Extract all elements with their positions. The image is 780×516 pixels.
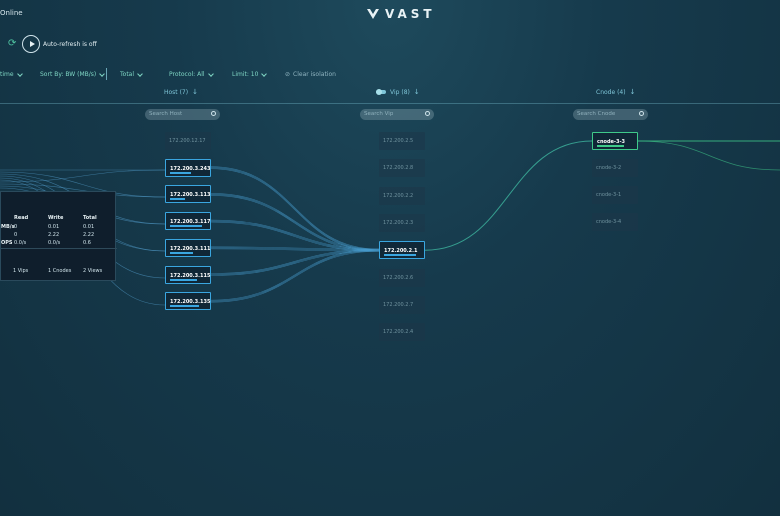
host-usage-bar: [170, 278, 197, 281]
host-node[interactable]: 172.200.3.115: [165, 265, 211, 284]
host-vip-link: [210, 250, 380, 276]
tooltip-summary-cnodes: 1 Cnodes: [48, 268, 72, 274]
vip-node[interactable]: 172.200.2.6: [379, 268, 425, 287]
vip-node[interactable]: 172.200.2.1: [379, 241, 425, 260]
vip-node[interactable]: 172.200.2.4: [379, 323, 425, 342]
tooltip-cell: 0: [14, 232, 18, 238]
vip-node-label: 172.200.2.5: [383, 138, 414, 144]
vip-node-label: 172.200.2.8: [383, 165, 414, 172]
tooltip-row-label: OPS: [1, 240, 13, 246]
cnode-node[interactable]: cnode-3-1: [592, 186, 638, 204]
cnode-node-label: cnode-3-1: [596, 192, 622, 198]
host-vip-link: [210, 249, 380, 275]
cnode-node[interactable]: cnode-3-2: [592, 159, 638, 177]
vip-node-label: 172.200.2.2: [383, 192, 414, 199]
vip-usage-bar: [384, 254, 417, 257]
tooltip-summary-vips: 1 Vips: [13, 268, 29, 274]
vip-node-label: 172.200.2.4: [383, 329, 414, 336]
tooltip-cell: 2.22: [83, 232, 95, 238]
host-node[interactable]: 172.200.3.135: [165, 292, 211, 311]
host-vip-link: [210, 219, 380, 250]
tooltip-cell: 0.01: [83, 224, 95, 230]
host-stats-tooltip: Read Write Total MB/s 0 0.01 0.01 0 2.22…: [0, 191, 117, 281]
cnode-usage-bar: [597, 145, 624, 147]
host-vip-link: [210, 220, 380, 251]
tooltip-summary-views: 2 Views: [83, 268, 103, 274]
host-usage-bar: [170, 305, 199, 308]
tooltip-divider: [1, 248, 117, 249]
tooltip-cell: 0.01: [48, 224, 60, 230]
cnode-node-label: cnode-3-2: [596, 165, 622, 171]
vip-node[interactable]: 172.200.2.2: [379, 186, 425, 205]
tooltip-header-write: Write: [48, 215, 64, 221]
vip-node[interactable]: 172.200.2.7: [379, 295, 425, 314]
host-vip-link: [210, 249, 380, 302]
host-node[interactable]: 172.200.3.111: [165, 238, 211, 257]
host-node[interactable]: 172.200.3.117: [165, 212, 211, 231]
host-node[interactable]: 172.200.3.243: [165, 158, 211, 177]
host-node-label: 172.200.12.17: [169, 138, 206, 144]
host-vip-link: [210, 250, 380, 303]
host-usage-bar: [170, 251, 193, 254]
tooltip-cell: 0: [14, 224, 18, 230]
vip-node-label: 172.200.2.6: [383, 274, 414, 281]
host-vip-link: [210, 168, 380, 252]
host-vip-link: [210, 167, 380, 251]
tooltip-cell: 0.0/s: [48, 240, 61, 246]
tooltip-row-label: MB/s: [1, 224, 15, 230]
tooltip-header-read: Read: [14, 215, 29, 221]
tooltip-cell: 2.22: [48, 232, 60, 238]
cnode-outbound-link: [637, 140, 780, 171]
vip-node[interactable]: 172.200.2.5: [379, 132, 425, 150]
vip-node[interactable]: 172.200.2.8: [379, 159, 425, 178]
host-usage-bar: [170, 198, 186, 201]
tooltip-cell: 0.6: [83, 240, 91, 246]
vip-node-label: 172.200.2.7: [383, 301, 414, 308]
vip-node[interactable]: 172.200.2.3: [379, 213, 425, 232]
host-usage-bar: [170, 225, 203, 228]
tooltip-cell: 0.0/s: [14, 240, 27, 246]
vip-node-label: 172.200.2.3: [383, 219, 414, 226]
host-usage-bar: [170, 171, 191, 174]
tooltip-header-total: Total: [83, 215, 97, 221]
vip-cnode-link: [424, 140, 593, 251]
cnode-node[interactable]: cnode-3-4: [592, 213, 638, 231]
cnode-node[interactable]: cnode-3-3: [592, 132, 638, 150]
host-node[interactable]: 172.200.12.17: [165, 132, 211, 150]
cnode-node-label: cnode-3-4: [596, 219, 622, 225]
host-node[interactable]: 172.200.3.113: [165, 185, 211, 204]
